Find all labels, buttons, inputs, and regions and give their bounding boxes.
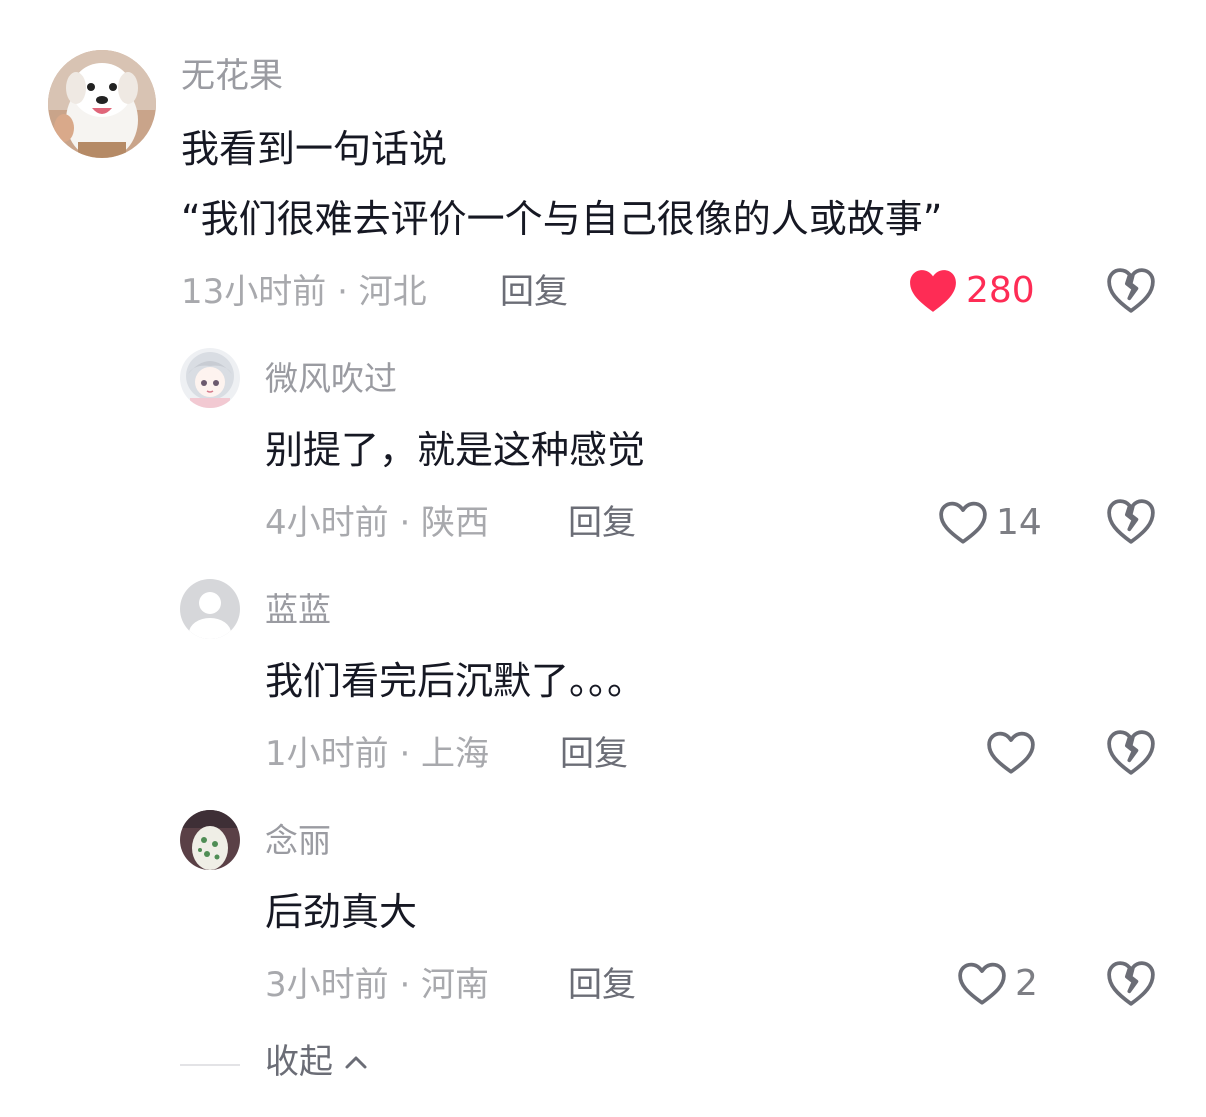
dislike-button[interactable] [1106,728,1156,778]
broken-heart-icon [1107,961,1155,1006]
like-count: 2 [1015,963,1038,1004]
username[interactable]: 念丽 [265,824,331,857]
like-button[interactable]: 14 [938,500,1042,546]
comment-text: 后劲真大 [265,890,418,934]
time-location: 13小时前 · 河北 [181,272,427,312]
heart-filled-icon [910,270,956,312]
reply-button[interactable]: 回复 [568,506,636,540]
puppy-icon [48,50,156,158]
dislike-button[interactable] [1106,497,1156,547]
floral-icon [180,810,240,870]
broken-heart-icon [1107,499,1155,544]
anime-girl-icon [180,348,240,408]
reply-button[interactable]: 回复 [568,968,636,1002]
heart-outline-icon [987,731,1035,774]
username[interactable]: 蓝蓝 [265,593,331,626]
avatar[interactable] [180,348,240,408]
like-count: 14 [996,502,1042,543]
comment-text: 我们看完后沉默了。。。 [265,659,646,703]
broken-heart-icon [1107,268,1155,313]
heart-outline-icon [939,501,987,544]
time-location: 3小时前 · 河南 [265,965,490,1005]
dislike-button[interactable] [1106,959,1156,1009]
dislike-button[interactable] [1106,266,1156,316]
collapse-button[interactable]: 收起 [265,1045,369,1079]
username[interactable]: 无花果 [181,59,283,93]
broken-heart-icon [1107,730,1155,775]
chevron-up-icon [345,1056,367,1069]
heart-outline-icon [958,962,1006,1005]
collapse-label: 收起 [265,1042,333,1082]
comment-text: 别提了，就是这种感觉 [265,428,646,472]
like-button[interactable]: 280 [908,268,1035,314]
reply-button[interactable]: 回复 [500,275,568,309]
username[interactable]: 微风吹过 [265,362,397,395]
divider [180,1064,240,1066]
default-user-icon [180,579,240,639]
like-count: 280 [966,270,1035,311]
time-location: 1小时前 · 上海 [265,734,490,774]
reply-button[interactable]: 回复 [560,737,628,771]
avatar[interactable] [180,579,240,639]
avatar[interactable] [48,50,156,158]
time-location: 4小时前 · 陕西 [265,503,490,543]
avatar[interactable] [180,810,240,870]
comment-text-line-1: 我看到一句话说 [181,127,448,171]
comment-text-line-2: “我们很难去评价一个与自己很像的人或故事” [181,197,943,241]
like-button[interactable] [986,730,1044,776]
like-button[interactable]: 2 [957,961,1038,1007]
